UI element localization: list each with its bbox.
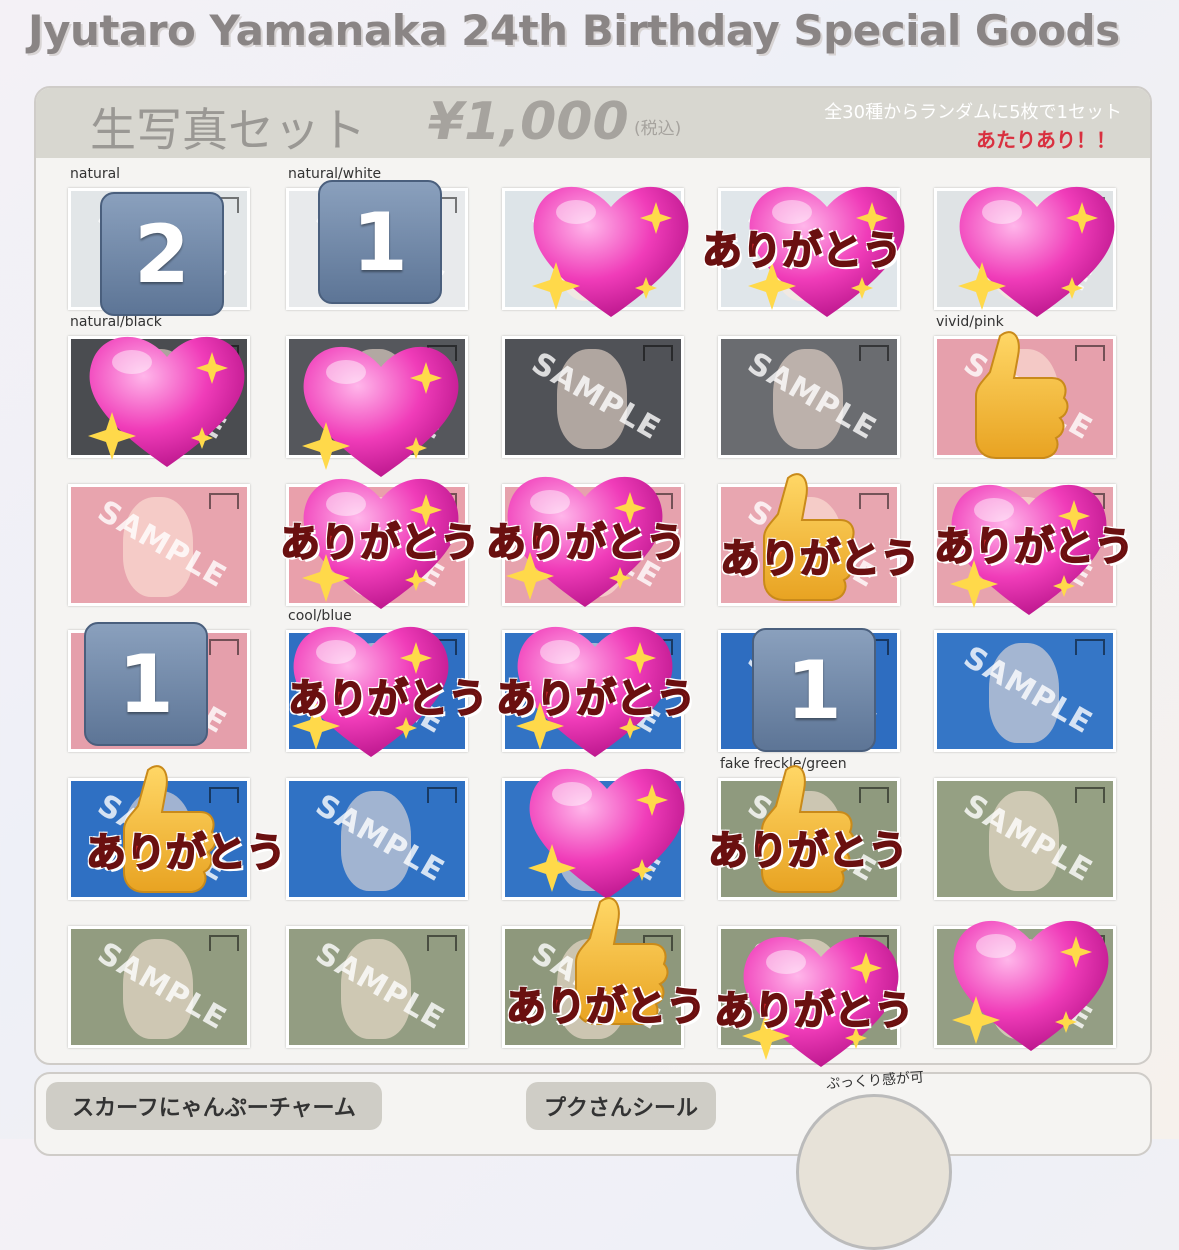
number-badge-icon: 1 [752, 628, 876, 752]
number-badge-icon: 1 [318, 180, 442, 304]
thank-you-sticker: ありがとう [505, 983, 707, 1031]
thank-you-sticker: ありがとう [701, 227, 903, 275]
set-hit-note: あたりあり！！ [976, 128, 1116, 152]
page-title: Jyutaro Yamanaka 24th Birthday Special G… [28, 6, 1120, 55]
photo-thumbnail: SAMPLE [68, 484, 250, 606]
photo-thumbnail: SAMPLE [934, 778, 1116, 900]
thank-you-sticker: ありがとう [933, 523, 1135, 571]
photo-cell: SAMPLE [934, 756, 1118, 900]
photo-cell: SAMPLE [502, 314, 686, 458]
photo-thumbnail: SAMPLE [68, 926, 250, 1048]
photo-thumbnail: SAMPLE [502, 336, 684, 458]
photo-label: natural [70, 166, 121, 182]
photo-cell: SAMPLE [934, 608, 1118, 752]
sparkling-heart-icon [522, 754, 692, 904]
thank-you-sticker: ありがとう [719, 535, 921, 583]
photo-cell: SAMPLE [286, 756, 470, 900]
sparkling-heart-icon [952, 172, 1122, 322]
set-note: 全30種からランダムに5枚で1セット [824, 102, 1122, 123]
thank-you-sticker: ありがとう [707, 827, 909, 875]
thank-you-sticker: ありがとう [485, 519, 687, 567]
sparkling-heart-icon [296, 332, 466, 482]
photo-cell: SAMPLE [718, 314, 902, 458]
photo-cell: SAMPLE [68, 904, 252, 1048]
photo-thumbnail: SAMPLE [286, 778, 468, 900]
goods-panel: スカーフにゃんぷーチャーム プクさんシール ぷっくり感が可 [34, 1070, 1152, 1250]
photo-thumbnail: SAMPLE [934, 630, 1116, 752]
thank-you-sticker: ありがとう [713, 987, 915, 1035]
sparkling-heart-icon [82, 322, 252, 472]
photo-cell: SAMPLE [68, 462, 252, 606]
seal-label: プクさんシール [526, 1082, 716, 1130]
charm-label: スカーフにゃんぷーチャーム [46, 1082, 382, 1130]
photo-cell: SAMPLE [286, 904, 470, 1048]
thank-you-sticker: ありがとう [85, 829, 287, 877]
number-badge-icon: 2 [100, 192, 224, 316]
photo-thumbnail: SAMPLE [718, 336, 900, 458]
number-badge-icon: 1 [84, 622, 208, 746]
thank-you-sticker: ありがとう [279, 519, 481, 567]
product-image [796, 1094, 952, 1250]
thank-you-sticker: ありがとう [495, 675, 697, 723]
sparkling-heart-icon [946, 906, 1116, 1056]
set-tax: (税込) [634, 119, 682, 139]
thumbs-up-icon [960, 326, 1070, 466]
panel-header: 生写真セット ¥1,000 (税込) 全30種からランダムに5枚で1セット あた… [36, 88, 1150, 158]
set-name: 生写真セット [90, 103, 366, 157]
sparkling-heart-icon [526, 172, 696, 322]
thank-you-sticker: ありがとう [287, 675, 489, 723]
set-price: ¥1,000 [428, 92, 629, 152]
photo-thumbnail: SAMPLE [286, 926, 468, 1048]
